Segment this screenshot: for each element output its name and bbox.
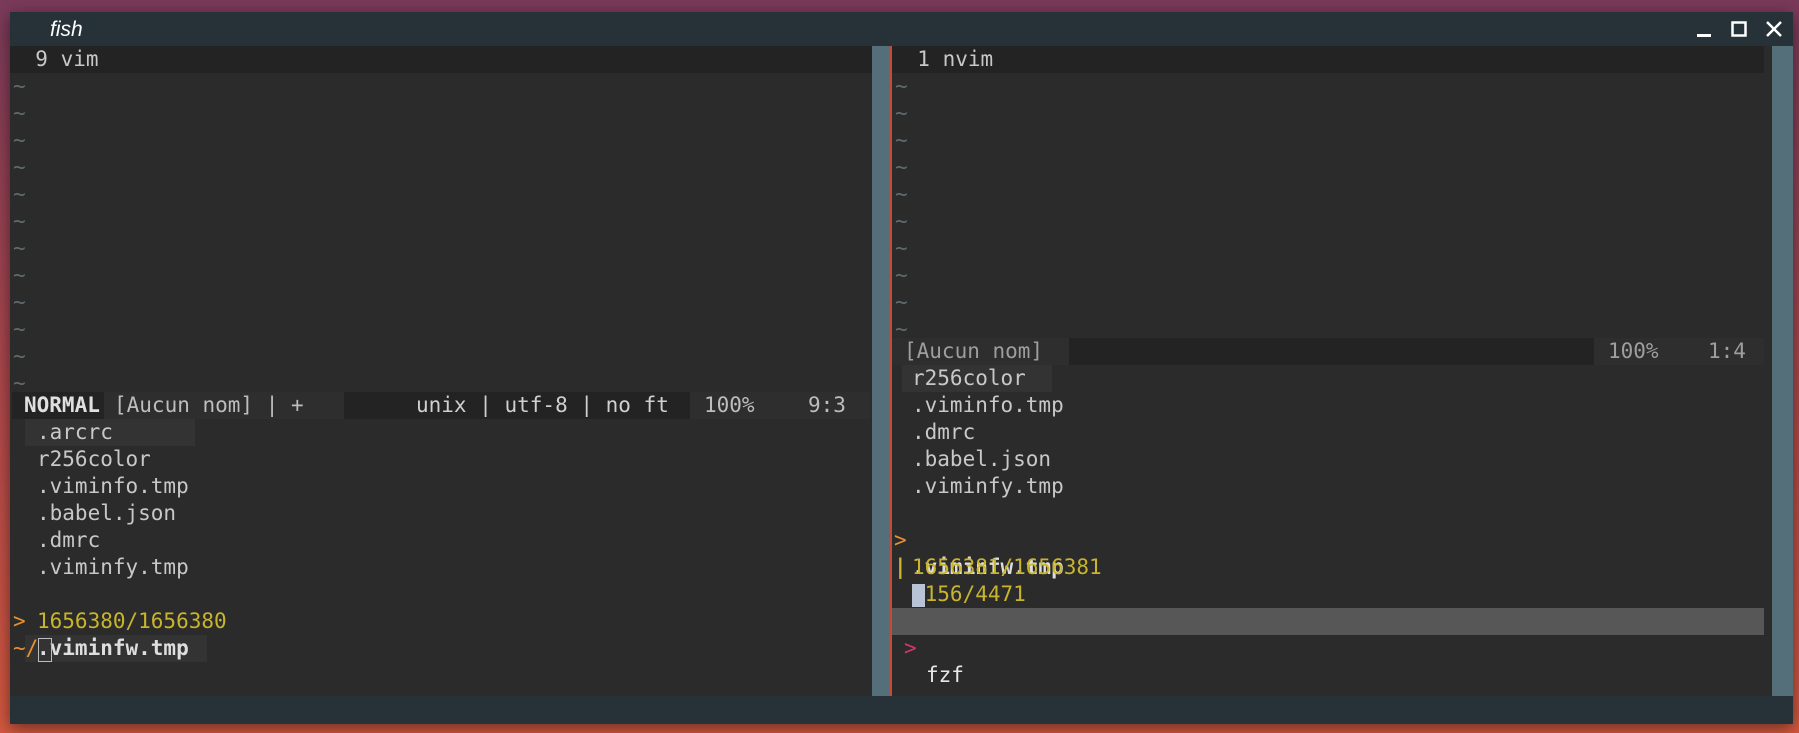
match-count: 1656380/1656380 (37, 609, 227, 633)
scrollbar[interactable] (1772, 46, 1793, 696)
empty-line-marker: ~ (13, 263, 26, 287)
empty-line-marker: ~ (13, 290, 26, 314)
vim-mode: NORMAL (24, 393, 100, 417)
empty-line-marker: ~ (13, 344, 26, 368)
right-tabline: 1 nvim (892, 46, 1764, 73)
right-pane[interactable]: 1 nvim ~ ~ ~ ~ ~ ~ ~ ~ ~ ~ [Aucun nom] 1… (892, 46, 1772, 696)
empty-line-marker: ~ (895, 182, 908, 206)
file-list-item[interactable]: .dmrc (37, 527, 100, 554)
file-list-item[interactable]: .viminfy.tmp (37, 554, 189, 581)
pane-divider[interactable] (872, 46, 890, 696)
empty-line-marker: ~ (13, 317, 26, 341)
file-list-item[interactable]: .arcrc (25, 419, 195, 446)
empty-line-marker: ~ (895, 155, 908, 179)
cursor-position: 1:4 (1708, 339, 1746, 363)
empty-line-marker: ~ (895, 209, 908, 233)
progress-row: | 2156/4471 (892, 527, 1192, 606)
minimize-button[interactable] (1690, 15, 1718, 43)
text-cursor (912, 584, 925, 607)
progress-marker: | (894, 555, 907, 579)
shell-prompt: ~/ (13, 636, 39, 660)
scroll-percent: 100% (1608, 339, 1659, 363)
maximize-icon (1731, 21, 1747, 37)
empty-line-marker: ~ (895, 128, 908, 152)
file-list-item[interactable]: .babel.json (37, 500, 176, 527)
empty-line-marker: ~ (895, 263, 908, 287)
title-bar: fish (10, 12, 1793, 46)
close-icon (1766, 21, 1782, 37)
file-info: unix | utf-8 | no ft (416, 393, 669, 417)
selected-file: .viminfw.tmp (25, 635, 207, 662)
left-statusline: NORMAL [Aucun nom] | + unix | utf-8 | no… (12, 392, 870, 419)
selected-file-row[interactable]: > .viminfw.tmp (10, 581, 207, 662)
minimize-icon (1697, 34, 1711, 37)
file-list-item[interactable]: r256color (37, 446, 151, 473)
buffer-name: [Aucun nom] | + (104, 392, 344, 419)
left-tabline: 9 vim (10, 46, 872, 73)
empty-line-marker: ~ (13, 236, 26, 260)
file-list-item[interactable]: r256color (902, 365, 1052, 392)
scroll-percent: 100% (704, 393, 755, 417)
buffer-name: [Aucun nom] (892, 338, 1069, 365)
maximize-button[interactable] (1725, 15, 1753, 43)
cursor-position: 9:3 (808, 393, 846, 417)
fzf-prompt-bar[interactable]: > fzf (892, 608, 1764, 687)
right-statusline: [Aucun nom] 100% 1:4 (892, 338, 1764, 365)
progress-count: 2156/4471 (912, 582, 1026, 606)
empty-line-marker: ~ (13, 101, 26, 125)
selected-file-row[interactable]: > .viminfw.tmp (892, 500, 1092, 579)
window-bottom-strip (10, 696, 1793, 724)
fzf-prompt-marker: > (904, 636, 917, 660)
close-button[interactable] (1760, 15, 1788, 43)
empty-line-marker: ~ (13, 155, 26, 179)
empty-line-marker: ~ (13, 128, 26, 152)
empty-line-marker: ~ (13, 182, 26, 206)
left-pane[interactable]: 9 vim ~ ~ ~ ~ ~ ~ ~ ~ ~ ~ ~ ~ NORMAL [Au… (10, 46, 872, 696)
empty-line-marker: ~ (13, 74, 26, 98)
empty-line-marker: ~ (895, 101, 908, 125)
file-list-item[interactable]: .viminfo.tmp (912, 392, 1064, 419)
file-name: .arcrc (37, 420, 113, 444)
fzf-label: fzf (926, 663, 964, 687)
file-list-item[interactable]: .dmrc (912, 419, 975, 446)
file-list-item[interactable]: .babel.json (912, 446, 1051, 473)
text-cursor (38, 638, 52, 662)
empty-line-marker: ~ (895, 236, 908, 260)
match-count: 1656381/1656381 (912, 555, 1102, 579)
empty-line-marker: ~ (895, 74, 908, 98)
window-title: fish (50, 18, 83, 41)
empty-line-marker: ~ (895, 290, 908, 314)
terminal-window: fish 9 vim ~ ~ ~ ~ ~ ~ ~ ~ ~ ~ ~ ~ NORMA… (10, 12, 1793, 724)
empty-line-marker: ~ (13, 209, 26, 233)
file-list-item[interactable]: .viminfy.tmp (912, 473, 1064, 500)
file-list-item[interactable]: .viminfo.tmp (37, 473, 189, 500)
selection-marker: > (13, 609, 26, 633)
